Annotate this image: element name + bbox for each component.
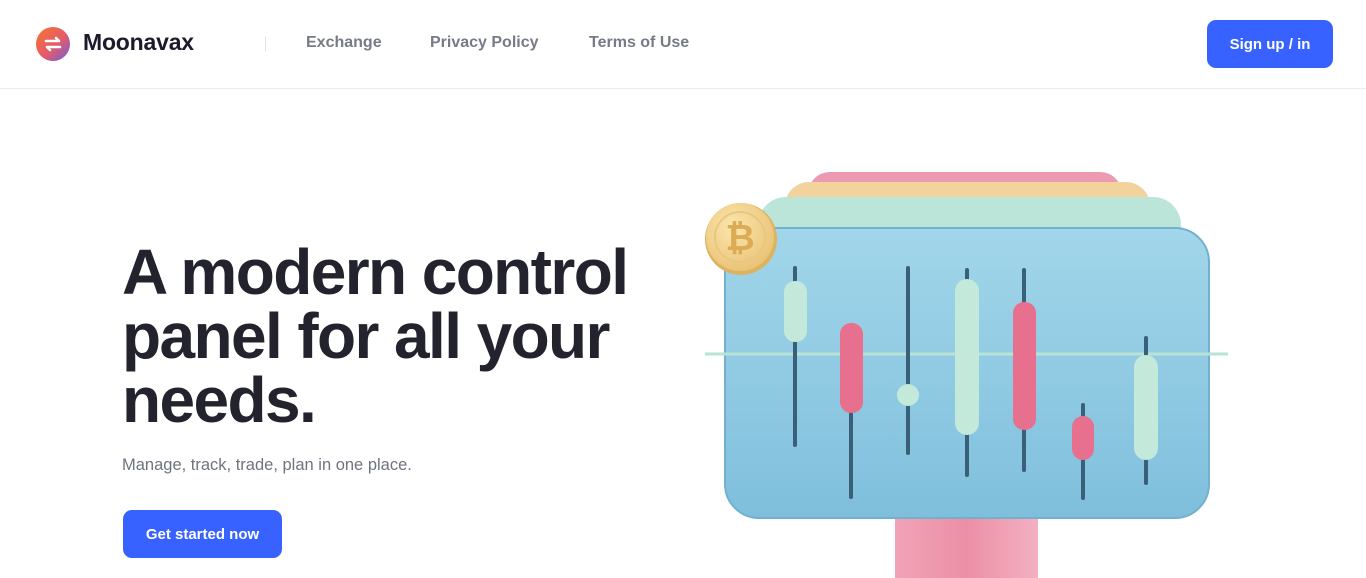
get-started-button[interactable]: Get started now <box>123 510 282 558</box>
hero-title-line: needs. <box>122 364 317 436</box>
top-nav-bar: Moonavax Exchange Privacy Policy Terms o… <box>0 0 1366 89</box>
hero-subtitle: Manage, track, trade, plan in one place. <box>122 456 412 474</box>
brand-name[interactable]: Moonavax <box>83 29 194 56</box>
hero-title-line: panel for all your <box>122 300 610 372</box>
hero-title-line: A modern control <box>122 236 629 308</box>
hero-title: A modern control panel for all your need… <box>122 240 682 432</box>
nav-link-privacy-policy[interactable]: Privacy Policy <box>430 34 539 52</box>
swap-arrows-icon[interactable] <box>36 27 70 61</box>
candlestick-chart-icon: ₿ <box>705 172 1228 578</box>
bitcoin-icon: ₿ <box>705 203 777 275</box>
nav-divider <box>265 36 266 52</box>
nav-link-exchange[interactable]: Exchange <box>306 34 382 52</box>
bitcoin-symbol: ₿ <box>725 218 754 259</box>
nav-link-terms-of-use[interactable]: Terms of Use <box>589 34 689 52</box>
signup-button[interactable]: Sign up / in <box>1207 20 1333 68</box>
